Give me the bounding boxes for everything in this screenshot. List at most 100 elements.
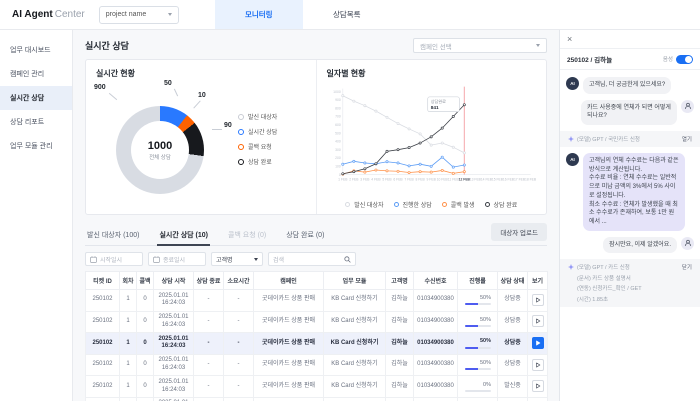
project-select[interactable]: project name <box>98 5 179 24</box>
cell-callback: 0 <box>136 332 154 355</box>
cell-campaign: 굿데이카드 상품 판매 <box>253 375 324 398</box>
end-date-input[interactable]: 종료일시 <box>148 252 206 266</box>
cell-progress: 50% <box>457 353 498 377</box>
upload-targets-button[interactable]: 대상자 업로드 <box>491 223 547 241</box>
cell-progress: 0% <box>457 396 498 401</box>
donut-legend: 발신 대상자 실시간 상담 콜백 요청 상담 완료 <box>238 112 277 166</box>
svg-text:841: 841 <box>430 105 438 111</box>
close-icon[interactable]: × <box>567 34 572 44</box>
svg-text:7 FEB: 7 FEB <box>404 178 414 182</box>
column-header-10: 진행률 <box>457 271 498 290</box>
table-row[interactable]: 250102102025.01.0116:24:03--굿데이카드 상품 판매K… <box>85 375 548 398</box>
chevron-down-icon <box>254 257 258 261</box>
cell-progress: 50% <box>457 332 498 355</box>
cell-phone: 01034900380 <box>413 332 458 355</box>
list-tab-3[interactable]: 상담 완료 (0) <box>284 225 326 245</box>
app-logo: AI Agent Center <box>0 9 99 20</box>
svg-text:1 FEB: 1 FEB <box>338 178 348 182</box>
toggle-knob <box>685 55 692 63</box>
cell-campaign: 굿데이카드 상품 판매 <box>253 332 324 355</box>
cell-ticket: 250102 <box>85 396 120 401</box>
cell-start: 2025.01.0116:24:03 <box>153 310 194 334</box>
list-tab-1[interactable]: 실시간 상담 (10) <box>157 225 210 246</box>
cell-module: KB Card 신청하기 <box>323 310 386 334</box>
table-row[interactable]: 250102102025.01.0116:24:03--굿데이카드 상품 판매K… <box>85 396 548 401</box>
ai-avatar: AI <box>566 77 579 90</box>
cell-ticket: 250102 <box>85 310 120 334</box>
session-id: 250102 / 김하늘 <box>567 57 613 64</box>
table-row[interactable]: 250102102025.01.0116:24:03--굿데이카드 상품 판매K… <box>85 332 548 355</box>
cell-duration: - <box>223 396 254 401</box>
svg-text:1000: 1000 <box>333 90 341 94</box>
end-date-placeholder: 종료일시 <box>163 257 186 264</box>
donut-center: 1000 전체 상담 <box>131 121 189 179</box>
tool-call-card: (모델) GPT / 카드 신청 닫기 (문서) 카드 상품 설명서 (연동) 신청카… <box>560 259 700 307</box>
cell-module: KB Card 신청하기 <box>323 332 386 355</box>
table-row[interactable]: 250102102025.01.0116:24:03--굿데이카드 상품 판매K… <box>85 310 548 334</box>
play-button[interactable] <box>531 358 544 371</box>
page-title: 실시간 상담 <box>85 41 129 51</box>
list-tab-0[interactable]: 발신 대상자 (100) <box>85 225 141 245</box>
cell-duration: - <box>223 332 254 355</box>
main-head: 실시간 상담 캠페인 선택 <box>85 38 547 53</box>
cell-duration: - <box>223 289 254 312</box>
sidebar-item-0[interactable]: 업무 대시보드 <box>0 38 72 62</box>
legend-marker-icon <box>238 158 244 165</box>
sidebar-item-1[interactable]: 캠페인 관리 <box>0 62 72 86</box>
tool-action-link[interactable]: 열기 <box>682 135 692 143</box>
sidebar-item-4[interactable]: 업무 모듈 관리 <box>0 134 72 158</box>
cell-end: - <box>193 396 224 401</box>
start-date-input[interactable]: 시작일시 <box>85 252 143 266</box>
cell-progress: 0% <box>457 375 498 398</box>
column-header-0: 티켓 ID <box>85 271 120 290</box>
main-content: 실시간 상담 캠페인 선택 실시간 현황 1000 전체 상담 900 50 1… <box>73 30 559 401</box>
cell-campaign: 굿데이카드 상품 판매 <box>253 353 324 377</box>
legend-label: 발신 대상자 <box>248 115 278 121</box>
svg-text:900: 900 <box>335 98 341 102</box>
cell-callback: 0 <box>136 396 154 401</box>
play-button[interactable] <box>531 337 544 350</box>
user-message-row: 잠시만요, 이제 알겠어요. <box>566 236 694 254</box>
table-header-row: 티켓 ID 회차 콜백 상담 시작 상담 종료 소요시간 캠페인 업무 모듈 고객명 수신번호 진행… <box>85 271 548 290</box>
sidebar-item-3[interactable]: 상담 리포트 <box>0 110 72 134</box>
chevron-down-icon <box>167 13 172 16</box>
donut-leader-line <box>212 129 222 130</box>
legend-marker-icon <box>345 202 351 207</box>
donut-chart: 1000 전체 상담 <box>116 106 204 194</box>
list-tab-2[interactable]: 콜백 요청 (0) <box>226 225 268 245</box>
sidebar-item-2[interactable]: 실시간 상담 <box>0 86 72 110</box>
search-icon <box>344 255 351 263</box>
cell-module: KB Card 신청하기 <box>323 375 386 398</box>
cell-status: 상담중 <box>497 289 528 312</box>
cell-round: 1 <box>119 332 137 355</box>
svg-text:400: 400 <box>335 140 341 144</box>
tool-action-link[interactable]: 닫기 <box>682 263 692 271</box>
cell-end: - <box>193 332 224 355</box>
cell-round: 1 <box>119 396 137 401</box>
search-field-select[interactable]: 고객명 <box>211 252 263 266</box>
tool-call-title: (모델) GPT / 국민카드 신청 <box>577 137 640 144</box>
column-header-1: 회차 <box>119 271 137 290</box>
table-row[interactable]: 250102102025.01.0116:24:03--굿데이카드 상품 판매K… <box>85 353 548 377</box>
nav-tab-0[interactable]: 모니터링 <box>214 0 303 29</box>
donut-leader-line <box>173 88 179 97</box>
nav-tab-1[interactable]: 상담목록 <box>303 0 391 29</box>
table-row[interactable]: 250102102025.01.0116:24:03--굿데이카드 상품 판매K… <box>85 289 548 312</box>
campaign-select[interactable]: 캠페인 선택 <box>413 38 547 53</box>
cell-callback: 0 <box>136 353 154 377</box>
progress-indicator: 0% <box>459 382 496 392</box>
cell-ticket: 250102 <box>85 375 120 398</box>
progress-indicator: 50% <box>459 360 496 371</box>
play-button[interactable] <box>531 293 544 306</box>
svg-text:800: 800 <box>335 106 341 110</box>
user-message: 카드 사용중에 연체가 되면 어떻게 되나요? <box>581 99 677 126</box>
tool-call-card: (모델) GPT / 국민카드 신청 열기 <box>560 131 700 148</box>
play-button[interactable] <box>531 380 544 393</box>
legend-marker-icon <box>484 202 490 207</box>
legend-item-3: 상담 완료 <box>238 157 277 166</box>
voice-toggle[interactable] <box>676 54 693 64</box>
column-header-9: 수신번호 <box>413 271 458 290</box>
search-input[interactable]: 검색 <box>268 252 356 266</box>
daily-status-title: 일자별 현황 <box>326 69 366 78</box>
play-button[interactable] <box>531 315 544 328</box>
